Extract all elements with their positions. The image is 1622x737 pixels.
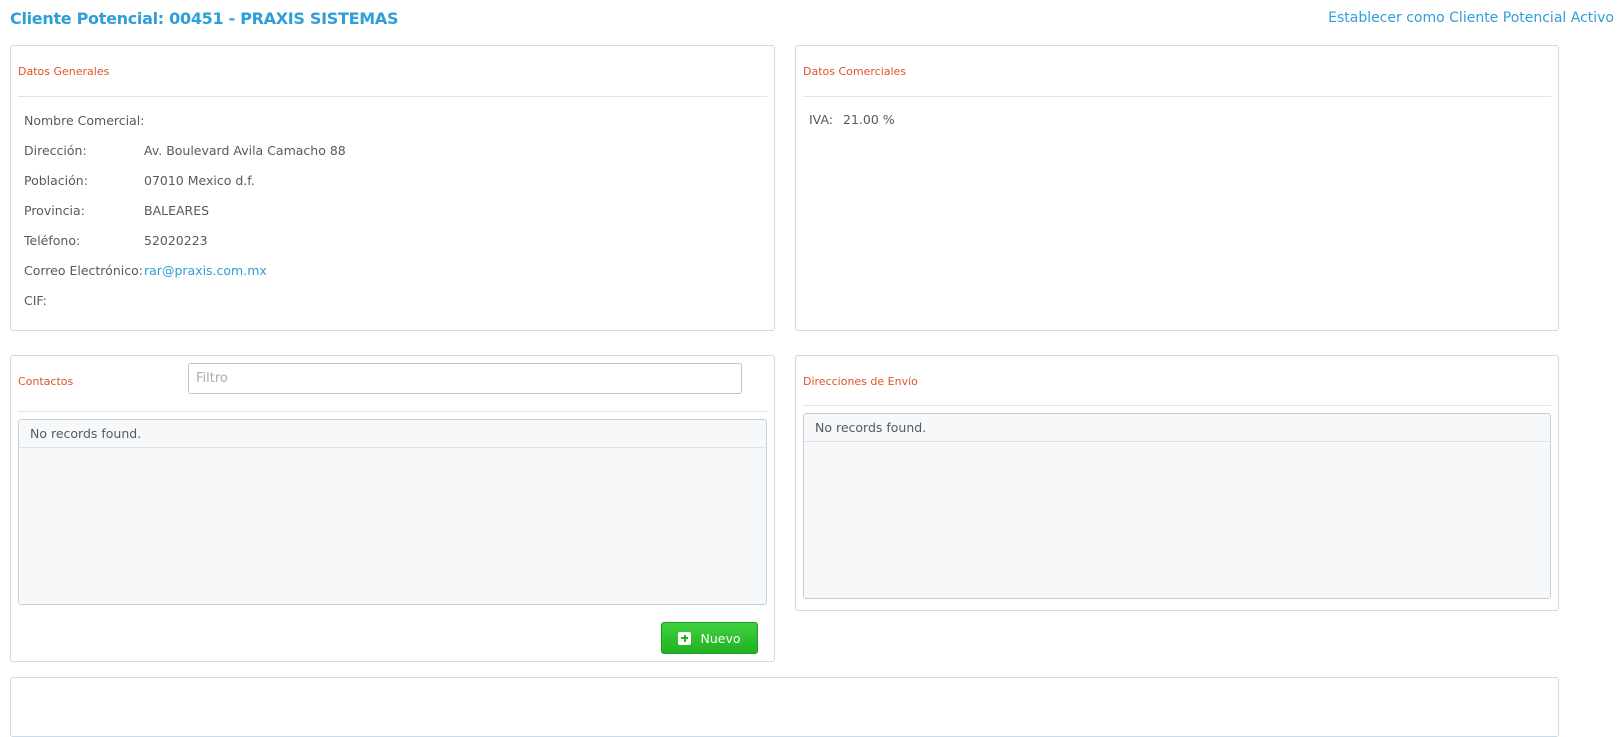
datos-comerciales-panel: Datos Comerciales IVA: 21.00 %	[795, 45, 1559, 331]
email-link[interactable]: rar@praxis.com.mx	[144, 263, 267, 278]
field-value: 07010 Mexico d.f.	[144, 173, 255, 188]
field-label: Dirección:	[24, 143, 87, 158]
button-label: Nuevo	[700, 630, 741, 646]
set-active-prospect-link[interactable]: Establecer como Cliente Potencial Activo	[1328, 10, 1614, 26]
panel-title: Datos Generales	[18, 65, 110, 78]
contactos-filter-input[interactable]	[188, 363, 742, 394]
contactos-panel: Contactos No records found. Nuevo	[10, 355, 775, 662]
field-label: Provincia:	[24, 203, 85, 218]
panel-title: Contactos	[18, 375, 74, 388]
field-value: BALEARES	[144, 203, 210, 218]
field-value: Av. Boulevard Avila Camacho 88	[144, 143, 346, 158]
nuevo-contacto-button[interactable]: Nuevo	[661, 622, 758, 654]
divider	[803, 405, 1551, 406]
divider	[18, 411, 767, 412]
page-title: Cliente Potencial: 00451 - PRAXIS SISTEM…	[10, 9, 399, 28]
next-section-panel	[10, 677, 1559, 737]
direcciones-grid[interactable]: No records found.	[803, 413, 1551, 599]
datos-generales-panel: Datos Generales Nombre Comercial: Direcc…	[10, 45, 775, 331]
iva-value: 21.00 %	[843, 112, 895, 127]
direcciones-envio-panel: Direcciones de Envío No records found.	[795, 355, 1559, 611]
field-label: CIF:	[24, 293, 47, 308]
panel-title: Datos Comerciales	[803, 65, 907, 78]
contactos-grid[interactable]: No records found.	[18, 419, 767, 605]
field-value: 52020223	[144, 233, 208, 248]
panel-title: Direcciones de Envío	[803, 375, 918, 388]
empty-row: No records found.	[804, 414, 1550, 442]
field-label: Nombre Comercial:	[24, 113, 145, 128]
divider	[803, 96, 1551, 97]
plus-square-icon	[678, 631, 692, 645]
divider	[18, 96, 767, 97]
field-label: Correo Electrónico:	[24, 263, 143, 278]
empty-row: No records found.	[19, 420, 766, 448]
iva-label: IVA:	[809, 112, 833, 127]
field-label: Población:	[24, 173, 88, 188]
field-label: Teléfono:	[24, 233, 81, 248]
